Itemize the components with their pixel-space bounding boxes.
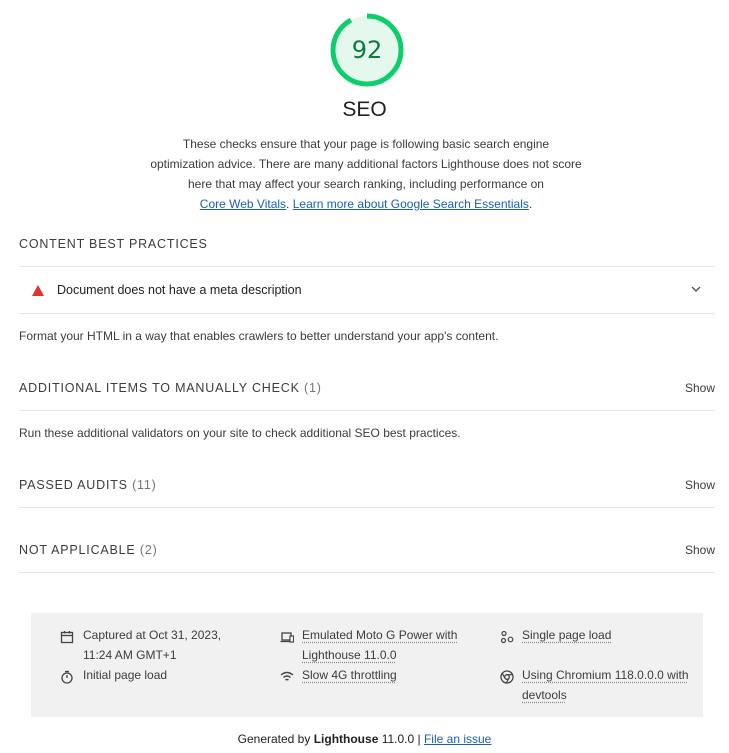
group-title-label: Additional items to manually check — [19, 381, 300, 395]
stopwatch-icon — [61, 670, 73, 684]
audit-meta-description[interactable]: Document does not have a meta descriptio… — [19, 267, 715, 313]
single-page-load[interactable]: Single page load — [522, 625, 611, 645]
lighthouse-version: 11.0.0 | — [378, 732, 424, 746]
description-text: These checks ensure that your page is fo… — [150, 137, 582, 191]
audit-title: Document does not have a meta descriptio… — [57, 283, 302, 297]
wifi-icon — [280, 671, 294, 681]
group-title-manual: Additional items to manually check (1) — [19, 381, 322, 395]
divider — [19, 410, 715, 411]
emulated-device[interactable]: Emulated Moto G Power with Lighthouse 11… — [302, 625, 472, 665]
search-essentials-link[interactable]: Learn more about Google Search Essential… — [293, 197, 529, 211]
category-description: These checks ensure that your page is fo… — [150, 134, 582, 214]
runtime-settings: Captured at Oct 31, 2023, 11:24 AM GMT+1… — [31, 613, 703, 717]
divider — [19, 313, 715, 314]
category-title: SEO — [342, 98, 387, 121]
chevron-down-icon[interactable] — [689, 282, 703, 296]
chrome-icon — [500, 670, 514, 684]
warning-triangle-icon — [32, 285, 44, 296]
network-nodes-icon — [500, 630, 514, 644]
calendar-icon — [60, 631, 74, 644]
lighthouse-brand: Lighthouse — [313, 732, 379, 746]
initial-page-load: Initial page load — [83, 668, 168, 682]
devices-icon — [280, 632, 294, 643]
browser-version[interactable]: Using Chromium 118.0.0.0 with devtools — [522, 665, 697, 705]
file-issue-link[interactable]: File an issue — [424, 732, 491, 746]
group-description-content: Format your HTML in a way that enables c… — [19, 329, 499, 343]
score-gauge: 92 — [329, 12, 405, 88]
group-title-content: Content Best Practices — [19, 237, 208, 251]
group-count: (11) — [132, 478, 157, 492]
show-not-applicable-button[interactable]: Show — [685, 543, 715, 557]
group-title-label: Not applicable — [19, 543, 136, 557]
generated-by: Generated by Lighthouse 11.0.0 | File an… — [0, 732, 729, 746]
core-web-vitals-link[interactable]: Core Web Vitals — [200, 197, 286, 211]
captured-time: Captured at Oct 31, 2023, 11:24 AM GMT+1 — [83, 628, 222, 662]
score-value: 92 — [351, 36, 383, 64]
network-throttling[interactable]: Slow 4G throttling — [302, 665, 397, 685]
group-title-passed: Passed audits (11) — [19, 478, 157, 492]
divider — [19, 572, 715, 573]
group-title-not-applicable: Not applicable (2) — [19, 543, 158, 557]
divider — [19, 507, 715, 508]
generated-prefix: Generated by — [237, 732, 314, 746]
group-count: (2) — [139, 543, 158, 557]
group-count: (1) — [304, 381, 322, 395]
description-separator: . — [286, 197, 293, 211]
show-passed-button[interactable]: Show — [685, 478, 715, 492]
group-title-label: Passed audits — [19, 478, 128, 492]
description-end: . — [528, 197, 533, 211]
show-manual-button[interactable]: Show — [685, 381, 715, 395]
group-description-manual: Run these additional validators on your … — [19, 426, 461, 440]
